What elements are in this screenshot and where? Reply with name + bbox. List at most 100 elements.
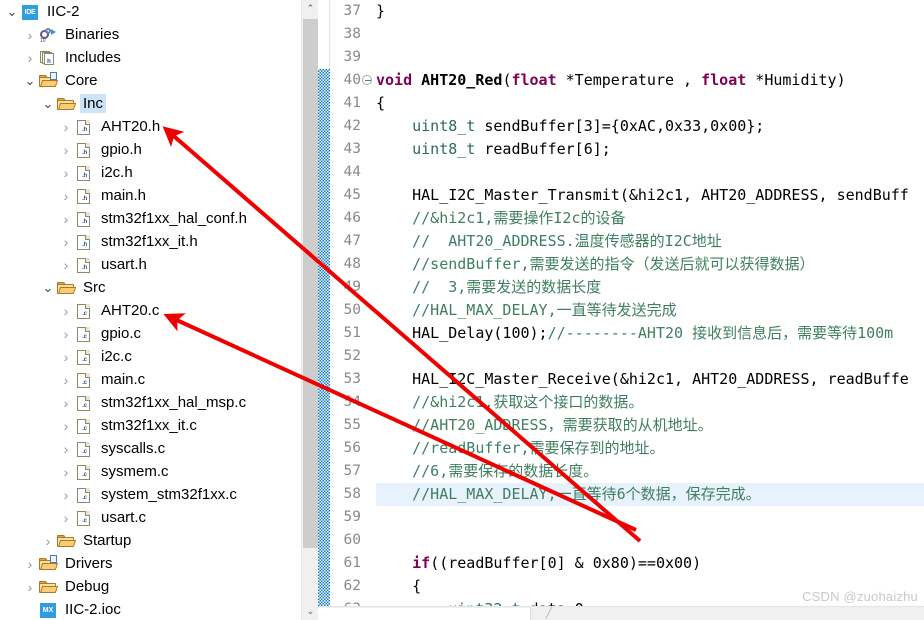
- resize-grip-icon[interactable]: ╱: [546, 609, 562, 619]
- code-line[interactable]: [376, 529, 924, 552]
- tree-item-i2c-h[interactable]: › .h i2c.h: [0, 161, 318, 184]
- tree-item-iic-2-ioc[interactable]: MX IIC-2.ioc: [0, 598, 318, 620]
- header-file-icon: .h: [74, 187, 94, 205]
- chevron-right-icon[interactable]: ›: [58, 235, 74, 249]
- tree-item-iic-2[interactable]: ⌄ IDE IIC-2: [0, 0, 318, 23]
- code-line[interactable]: HAL_I2C_Master_Transmit(&hi2c1, AHT20_AD…: [376, 184, 924, 207]
- code-line[interactable]: void AHT20_Red(float *Temperature , floa…: [376, 69, 924, 92]
- tree-item-label: i2c.h: [101, 164, 133, 181]
- tree-item-sysmem-c[interactable]: › .c sysmem.c: [0, 460, 318, 483]
- code-line[interactable]: {: [376, 92, 924, 115]
- tree-item-i2c-c[interactable]: › .c i2c.c: [0, 345, 318, 368]
- chevron-right-icon[interactable]: ›: [58, 442, 74, 456]
- code-text-area[interactable]: } void AHT20_Red(float *Temperature , fl…: [364, 0, 924, 606]
- code-line[interactable]: [376, 23, 924, 46]
- code-line[interactable]: [376, 506, 924, 529]
- code-line[interactable]: // 3,需要发送的数据长度: [376, 276, 924, 299]
- code-line[interactable]: {: [376, 575, 924, 598]
- chevron-right-icon[interactable]: ›: [58, 166, 74, 180]
- tree-item-src[interactable]: ⌄ Src: [0, 276, 318, 299]
- chevron-down-icon[interactable]: ⌄: [40, 97, 56, 110]
- code-line[interactable]: //sendBuffer,需要发送的指令（发送后就可以获得数据）: [376, 253, 924, 276]
- tree-item-inc[interactable]: ⌄ Inc: [0, 92, 318, 115]
- scroll-down-icon[interactable]: ⌄: [302, 603, 318, 620]
- line-number: 38: [343, 26, 361, 42]
- chevron-right-icon[interactable]: ›: [58, 212, 74, 226]
- chevron-right-icon[interactable]: ›: [58, 465, 74, 479]
- code-line[interactable]: //HAL_MAX_DELAY,一直等待6个数据，保存完成。: [376, 483, 924, 506]
- chevron-right-icon[interactable]: ›: [58, 373, 74, 387]
- line-number: 40: [330, 69, 372, 92]
- chevron-right-icon[interactable]: ›: [58, 327, 74, 341]
- code-line[interactable]: HAL_I2C_Master_Receive(&hi2c1, AHT20_ADD…: [376, 368, 924, 391]
- chevron-right-icon[interactable]: ›: [58, 488, 74, 502]
- tree-item-stm32f1xx-hal-conf-h[interactable]: › .h stm32f1xx_hal_conf.h: [0, 207, 318, 230]
- code-line[interactable]: // AHT20_ADDRESS.温度传感器的I2C地址: [376, 230, 924, 253]
- code-line[interactable]: [376, 161, 924, 184]
- chevron-down-icon[interactable]: ⌄: [22, 74, 38, 87]
- tree-item-main-c[interactable]: › .c main.c: [0, 368, 318, 391]
- code-line[interactable]: }: [376, 0, 924, 23]
- tree-item-debug[interactable]: › Debug: [0, 575, 318, 598]
- chevron-right-icon[interactable]: ›: [58, 258, 74, 272]
- code-line[interactable]: //readBuffer,需要保存到的地址。: [376, 437, 924, 460]
- chevron-right-icon[interactable]: ›: [58, 120, 74, 134]
- chevron-right-icon[interactable]: ›: [58, 143, 74, 157]
- code-token: //&hi2c1,需要操作I2c的设备: [376, 209, 626, 227]
- explorer-vertical-scrollbar[interactable]: ⌃ ⌄: [301, 0, 318, 620]
- tree-item-usart-h[interactable]: › .h usart.h: [0, 253, 318, 276]
- code-line[interactable]: //&hi2c1,需要操作I2c的设备: [376, 207, 924, 230]
- project-tree[interactable]: ⌄ IDE IIC-2 › 10 Binaries › h Includes ⌄ Core ⌄ Inc ›…: [0, 0, 318, 620]
- code-line[interactable]: //HAL_MAX_DELAY,一直等待发送完成: [376, 299, 924, 322]
- tree-item-syscalls-c[interactable]: › .c syscalls.c: [0, 437, 318, 460]
- tree-item-aht20-c[interactable]: › .c AHT20.c: [0, 299, 318, 322]
- chevron-down-icon[interactable]: ⌄: [40, 281, 56, 294]
- code-token: HAL_Delay(100);: [376, 324, 548, 342]
- chevron-right-icon[interactable]: ›: [58, 350, 74, 364]
- code-line[interactable]: uint8_t sendBuffer[3]={0xAC,0x33,0x00};: [376, 115, 924, 138]
- tree-item-startup[interactable]: › Startup: [0, 529, 318, 552]
- code-line[interactable]: HAL_Delay(100);//--------AHT20 接收到信息后，需要…: [376, 322, 924, 345]
- tree-item-label: usart.c: [101, 509, 147, 526]
- code-line[interactable]: if((readBuffer[0] & 0x80)==0x00): [376, 552, 924, 575]
- line-number: 62: [343, 578, 361, 594]
- tree-item-includes[interactable]: › h Includes: [0, 46, 318, 69]
- code-line[interactable]: //AHT20_ADDRESS，需要获取的从机地址。: [376, 414, 924, 437]
- code-line[interactable]: uint8_t readBuffer[6];: [376, 138, 924, 161]
- chevron-right-icon[interactable]: ›: [22, 51, 38, 65]
- code-token: //HAL_MAX_DELAY,一直等待6个数据，保存完成。: [376, 485, 761, 503]
- hscrollbar-thumb[interactable]: [318, 608, 531, 620]
- tree-item-drivers[interactable]: › Drivers: [0, 552, 318, 575]
- chevron-right-icon[interactable]: ›: [58, 511, 74, 525]
- scroll-up-icon[interactable]: ⌃: [302, 0, 318, 17]
- tree-item-binaries[interactable]: › 10 Binaries: [0, 23, 318, 46]
- chevron-right-icon[interactable]: ›: [58, 396, 74, 410]
- scrollbar-thumb[interactable]: [303, 19, 318, 548]
- code-line[interactable]: //6,需要保存的数据长度。: [376, 460, 924, 483]
- tree-item-system-stm32f1xx-c[interactable]: › .c system_stm32f1xx.c: [0, 483, 318, 506]
- chevron-right-icon[interactable]: ›: [22, 28, 38, 42]
- tree-item-stm32f1xx-hal-msp-c[interactable]: › .c stm32f1xx_hal_msp.c: [0, 391, 318, 414]
- tree-item-stm32f1xx-it-c[interactable]: › .c stm32f1xx_it.c: [0, 414, 318, 437]
- editor-horizontal-scrollbar[interactable]: ╱: [318, 606, 924, 620]
- code-line[interactable]: [376, 345, 924, 368]
- tree-item-core[interactable]: ⌄ Core: [0, 69, 318, 92]
- code-line[interactable]: uint32_t data=0;: [376, 598, 924, 606]
- code-line[interactable]: //&hi2c1.获取这个接口的数据。: [376, 391, 924, 414]
- tree-item-gpio-c[interactable]: › .c gpio.c: [0, 322, 318, 345]
- tree-item-main-h[interactable]: › .h main.h: [0, 184, 318, 207]
- c-file-icon: .c: [74, 486, 94, 504]
- chevron-right-icon[interactable]: ›: [40, 534, 56, 548]
- tree-item-usart-c[interactable]: › .c usart.c: [0, 506, 318, 529]
- tree-item-aht20-h[interactable]: › .h AHT20.h: [0, 115, 318, 138]
- tree-item-gpio-h[interactable]: › .h gpio.h: [0, 138, 318, 161]
- chevron-right-icon[interactable]: ›: [22, 580, 38, 594]
- tree-item-stm32f1xx-it-h[interactable]: › .h stm32f1xx_it.h: [0, 230, 318, 253]
- chevron-right-icon[interactable]: ›: [22, 557, 38, 571]
- chevron-right-icon[interactable]: ›: [58, 304, 74, 318]
- chevron-right-icon[interactable]: ›: [58, 419, 74, 433]
- chevron-down-icon[interactable]: ⌄: [4, 5, 20, 18]
- code-line[interactable]: [376, 46, 924, 69]
- chevron-right-icon[interactable]: ›: [58, 189, 74, 203]
- line-number-gutter[interactable]: 37 38 39 40 41 42 43 44 45 46 47 48 49 50 51 52 53 54 55 56…: [330, 0, 372, 606]
